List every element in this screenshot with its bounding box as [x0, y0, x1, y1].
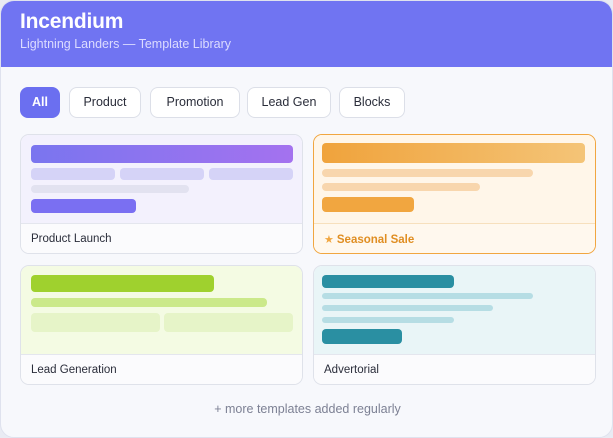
template-card-footer: ★ Seasonal Sale	[314, 223, 595, 253]
template-card-footer: Product Launch	[21, 223, 302, 253]
template-name-selected: ★ Seasonal Sale	[324, 233, 414, 246]
preview-line	[322, 293, 533, 299]
preview-block	[209, 168, 293, 180]
preview-hero-bar	[31, 275, 214, 292]
header-bar: Incendium Lightning Landers — Template L…	[1, 1, 612, 67]
template-card-footer: Advertorial	[314, 354, 595, 384]
more-templates-note: + more templates added regularly	[214, 402, 401, 416]
preview-form-field	[164, 313, 293, 332]
preview-block	[31, 168, 115, 180]
template-name: Product Launch	[31, 233, 112, 245]
app-subtitle: Lightning Landers — Template Library	[20, 37, 232, 51]
filter-chip-blocks[interactable]: Blocks	[339, 87, 405, 118]
template-preview	[314, 266, 595, 354]
preview-line	[31, 298, 267, 307]
preview-line	[31, 185, 189, 193]
preview-line	[322, 169, 533, 177]
preview-button	[31, 199, 136, 213]
star-icon: ★	[324, 234, 334, 246]
template-card-lead-generation[interactable]: Lead Generation	[20, 265, 303, 385]
preview-hero-bar	[31, 145, 293, 163]
preview-form-field	[31, 313, 160, 332]
template-name: Advertorial	[324, 364, 379, 376]
preview-hero-bar	[322, 143, 585, 163]
preview-line	[322, 305, 493, 311]
template-preview	[21, 266, 302, 354]
preview-line	[322, 183, 480, 191]
filter-chip-promotion[interactable]: Promotion	[150, 87, 240, 118]
template-preview	[314, 135, 595, 223]
app-title: Incendium	[20, 10, 124, 33]
template-name: Seasonal Sale	[336, 234, 415, 246]
template-card-product-launch[interactable]: Product Launch	[20, 134, 303, 254]
template-preview	[21, 135, 302, 223]
preview-block	[120, 168, 204, 180]
template-library-panel: Incendium Lightning Landers — Template L…	[0, 0, 613, 438]
filter-chip-product[interactable]: Product	[69, 87, 141, 118]
preview-button	[322, 329, 402, 344]
template-card-advertorial[interactable]: Advertorial	[313, 265, 596, 385]
template-card-footer: Lead Generation	[21, 354, 302, 384]
filter-chip-all[interactable]: All	[20, 87, 60, 118]
preview-line	[322, 317, 454, 323]
template-card-seasonal-sale[interactable]: ★ Seasonal Sale	[313, 134, 596, 254]
filter-chip-lead-gen[interactable]: Lead Gen	[247, 87, 331, 118]
preview-button	[322, 197, 414, 212]
preview-hero-bar	[322, 275, 454, 288]
template-name: Lead Generation	[31, 364, 117, 376]
